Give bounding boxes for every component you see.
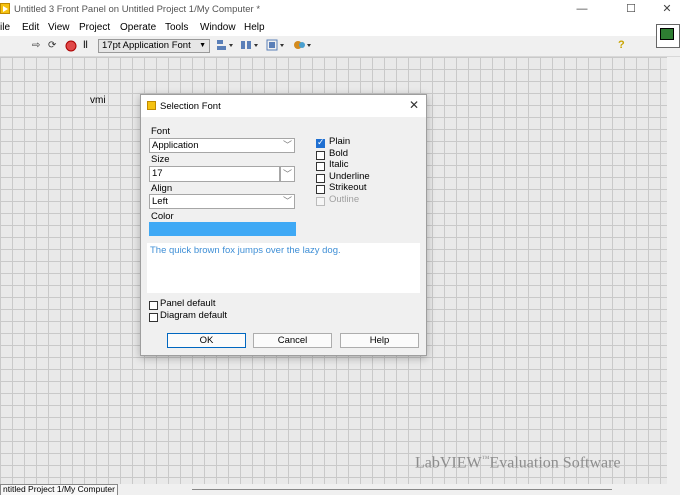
size-label: Size bbox=[151, 154, 170, 165]
underline-checkbox[interactable] bbox=[316, 174, 325, 183]
plain-checkbox[interactable] bbox=[316, 137, 325, 148]
vi-label[interactable]: vmi bbox=[90, 95, 106, 106]
menu-edit[interactable]: Edit bbox=[22, 22, 39, 33]
watermark-brand: LabVIEW bbox=[415, 454, 482, 472]
menu-window[interactable]: Window bbox=[200, 22, 236, 33]
outline-label: Outline bbox=[329, 194, 360, 205]
preview-text: The quick brown fox jumps over the lazy … bbox=[150, 245, 341, 256]
window-title: Untitled 3 Front Panel on Untitled Proje… bbox=[14, 4, 261, 15]
plain-label: Plain bbox=[329, 136, 351, 147]
color-label: Color bbox=[151, 211, 174, 222]
menu-view[interactable]: View bbox=[48, 22, 70, 33]
bold-checkbox[interactable] bbox=[316, 151, 325, 160]
dialog-titlebar: Selection Font ✕ bbox=[141, 95, 426, 117]
strikeout-label: Strikeout bbox=[329, 182, 367, 193]
vi-icon[interactable] bbox=[656, 24, 680, 48]
maximize-button[interactable]: ☐ bbox=[619, 2, 643, 17]
panel-default-label: Panel default bbox=[160, 298, 216, 309]
project-path: ntitled Project 1/My Computer bbox=[0, 484, 118, 495]
align-label: Align bbox=[151, 183, 173, 194]
chevron-down-icon: ﹀ bbox=[282, 196, 292, 206]
font-preview-box: The quick brown fox jumps over the lazy … bbox=[147, 243, 420, 293]
strikeout-checkbox[interactable] bbox=[316, 185, 325, 194]
outline-checkbox bbox=[316, 197, 325, 206]
status-divider bbox=[192, 489, 612, 490]
ok-button[interactable]: OK bbox=[167, 333, 246, 348]
evaluation-watermark: LabVIEW™Evaluation Software bbox=[415, 454, 621, 472]
menu-tools[interactable]: Tools bbox=[165, 22, 188, 33]
dialog-title: Selection Font bbox=[160, 101, 221, 112]
panel-default-checkbox[interactable] bbox=[149, 301, 158, 310]
align-select-value: Left bbox=[152, 196, 168, 207]
minimize-button[interactable]: — bbox=[570, 2, 594, 17]
resize-objects-icon[interactable] bbox=[266, 39, 286, 53]
font-select[interactable]: Application ﹀ bbox=[149, 138, 295, 153]
menu-help[interactable]: Help bbox=[244, 22, 265, 33]
italic-checkbox[interactable] bbox=[316, 162, 325, 171]
run-continuously-icon[interactable]: ⟳ bbox=[48, 39, 56, 53]
underline-label: Underline bbox=[329, 171, 370, 182]
selection-font-dialog: Selection Font ✕ Font Application ﹀ Size… bbox=[140, 94, 427, 356]
menu-file[interactable]: ile bbox=[0, 22, 10, 33]
abort-execution-icon[interactable] bbox=[65, 39, 77, 53]
cancel-button[interactable]: Cancel bbox=[253, 333, 332, 348]
labview-dialog-icon bbox=[147, 101, 156, 110]
menu-project[interactable]: Project bbox=[79, 22, 110, 33]
text-settings-dropdown[interactable]: 17pt Application Font ▼ bbox=[98, 39, 210, 53]
distribute-objects-icon[interactable] bbox=[240, 39, 260, 53]
watermark-text: Evaluation Software bbox=[489, 454, 621, 472]
dialog-close-button[interactable]: ✕ bbox=[409, 98, 419, 112]
chevron-down-icon: ﹀ bbox=[282, 140, 292, 150]
help-button[interactable]: Help bbox=[340, 333, 419, 348]
font-label: Font bbox=[151, 126, 171, 137]
vertical-scrollbar[interactable] bbox=[667, 57, 680, 484]
size-dropdown-button[interactable]: ﹀ bbox=[280, 166, 295, 182]
color-swatch[interactable] bbox=[149, 222, 296, 236]
size-input[interactable]: 17 bbox=[149, 166, 280, 182]
context-help-icon[interactable]: ? bbox=[618, 39, 625, 51]
italic-label: Italic bbox=[329, 159, 349, 170]
menu-operate[interactable]: Operate bbox=[120, 22, 156, 33]
labview-app-icon bbox=[0, 3, 10, 14]
window-titlebar: Untitled 3 Front Panel on Untitled Proje… bbox=[0, 0, 680, 19]
diagram-default-checkbox[interactable] bbox=[149, 313, 158, 322]
menu-bar: ile Edit View Project Operate Tools Wind… bbox=[0, 19, 680, 36]
reorder-icon[interactable] bbox=[293, 39, 313, 53]
font-select-value: Application bbox=[152, 140, 199, 151]
run-arrow-icon[interactable]: ⇨ bbox=[32, 39, 40, 53]
text-settings-label: 17pt Application Font bbox=[102, 40, 191, 51]
close-window-button[interactable]: ✕ bbox=[655, 2, 679, 17]
pause-icon[interactable]: ‖ bbox=[83, 39, 88, 53]
diagram-default-label: Diagram default bbox=[160, 310, 228, 321]
toolbar: ⇨ ⟳ ‖ 17pt Application Font ▼ bbox=[0, 36, 680, 57]
align-objects-icon[interactable] bbox=[216, 39, 234, 53]
chevron-down-icon: ▼ bbox=[199, 42, 206, 49]
bold-label: Bold bbox=[329, 148, 349, 159]
align-select[interactable]: Left ﹀ bbox=[149, 194, 295, 209]
